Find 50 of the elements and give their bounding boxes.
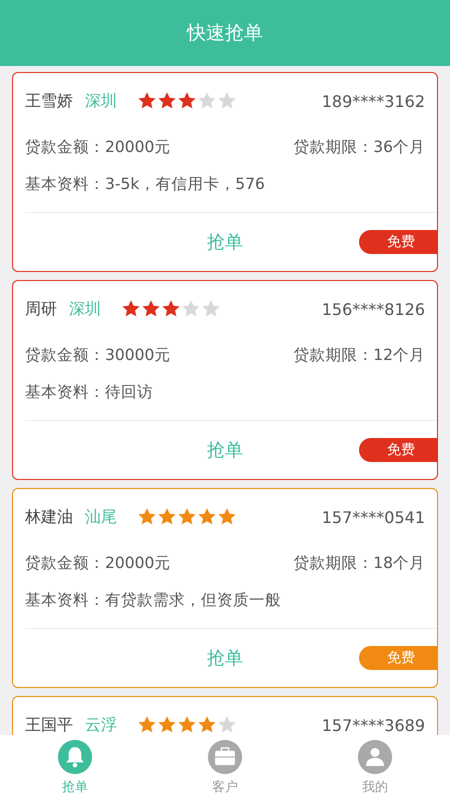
phone-number: 157****3689	[322, 716, 425, 734]
city-label: 云浮	[85, 714, 117, 735]
nav-tab[interactable]: 我的	[330, 739, 420, 796]
loan-term: 贷款期限：36个月	[293, 137, 425, 158]
customer-name: 王雪娇	[25, 90, 73, 112]
customer-name: 林建油	[25, 506, 73, 528]
city-label: 深圳	[69, 298, 101, 320]
city-label: 汕尾	[85, 506, 117, 528]
nav-tab[interactable]: 抢单	[30, 739, 120, 796]
free-tag: 免费	[359, 230, 437, 254]
customer-name: 王国平	[25, 714, 73, 735]
loan-term: 贷款期限：12个月	[293, 345, 425, 366]
star-icon	[217, 507, 237, 527]
star-icon	[157, 507, 177, 527]
person-icon	[357, 739, 393, 775]
star-icon	[181, 299, 201, 319]
loan-amount: 贷款金额：20000元	[25, 553, 170, 574]
star-icon	[217, 715, 237, 735]
star-icon	[141, 299, 161, 319]
grab-order-button[interactable]: 抢单	[197, 434, 253, 466]
briefcase-icon	[207, 739, 243, 775]
star-icon	[197, 507, 217, 527]
star-icon	[177, 507, 197, 527]
star-icon	[137, 91, 157, 111]
nav-tab[interactable]: 客户	[180, 739, 270, 796]
free-tag: 免费	[359, 646, 437, 670]
customer-name: 周研	[25, 298, 57, 320]
city-label: 深圳	[85, 90, 117, 112]
grab-order-button[interactable]: 抢单	[197, 642, 253, 674]
phone-number: 156****8126	[322, 300, 425, 318]
star-icon	[137, 507, 157, 527]
star-icon	[197, 91, 217, 111]
star-icon	[121, 299, 141, 319]
basic-info: 基本资料：有贷款需求，但资质一般	[25, 590, 281, 611]
loan-amount: 贷款金额：20000元	[25, 137, 170, 158]
free-tag: 免费	[359, 438, 437, 462]
grab-order-button[interactable]: 抢单	[197, 226, 253, 258]
star-icon	[177, 91, 197, 111]
phone-number: 157****0541	[322, 508, 425, 526]
basic-info: 基本资料：待回访	[25, 382, 153, 403]
star-icon	[157, 91, 177, 111]
phone-number: 189****3162	[322, 92, 425, 110]
bell-icon	[57, 739, 93, 775]
basic-info: 基本资料：3-5k，有信用卡，576	[25, 174, 265, 195]
loan-term: 贷款期限：18个月	[293, 553, 425, 574]
star-icon	[217, 91, 237, 111]
loan-amount: 贷款金额：30000元	[25, 345, 170, 366]
star-icon	[161, 299, 181, 319]
page-title: 快速抢单	[187, 21, 263, 46]
star-icon	[201, 299, 221, 319]
